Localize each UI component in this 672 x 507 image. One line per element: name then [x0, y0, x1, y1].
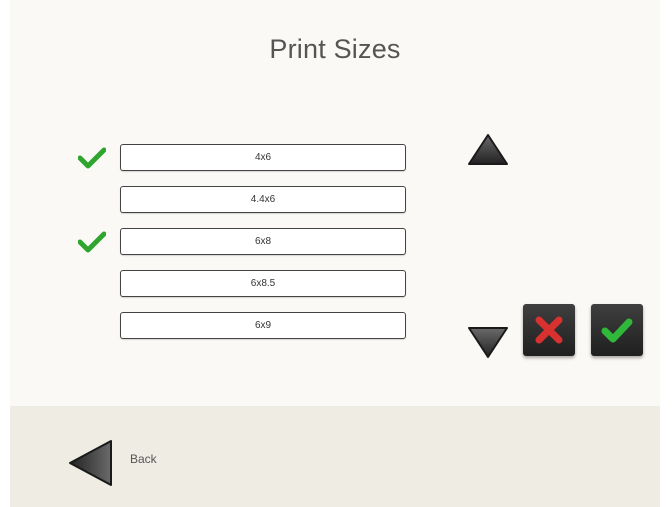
size-option-6x8[interactable]: 6x8: [120, 228, 406, 255]
size-option-label: 6x8: [254, 236, 272, 247]
print-sizes-screen: Print Sizes 4x6 4.4x6 6x8 6x8.5 6x9 Back: [10, 0, 660, 507]
page-title: Print Sizes: [269, 34, 401, 64]
size-row-4.4x6: 4.4x6: [10, 186, 430, 216]
confirm-button[interactable]: [591, 304, 643, 356]
size-row-4x6: 4x6: [10, 144, 430, 174]
cancel-button[interactable]: [523, 304, 575, 356]
size-option-6x9[interactable]: 6x9: [120, 312, 406, 339]
size-option-4x6[interactable]: 4x6: [120, 144, 406, 171]
triangle-down-icon: [468, 327, 508, 358]
size-option-label: 4x6: [254, 152, 272, 163]
triangle-left-icon: [69, 440, 112, 486]
check-icon: [78, 147, 106, 169]
size-option-label: 6x8.5: [250, 278, 276, 289]
check-icon: [78, 231, 106, 253]
footer-bar: Back: [10, 406, 660, 507]
triangle-up-icon: [468, 134, 508, 165]
size-option-6x8.5[interactable]: 6x8.5: [120, 270, 406, 297]
size-row-6x8: 6x8: [10, 228, 430, 258]
scroll-up-button[interactable]: [466, 132, 510, 168]
size-row-6x9: 6x9: [10, 312, 430, 342]
back-label[interactable]: Back: [130, 452, 157, 466]
back-button[interactable]: [67, 438, 115, 488]
size-option-4.4x6[interactable]: 4.4x6: [120, 186, 406, 213]
x-icon: [535, 316, 563, 344]
scroll-down-button[interactable]: [466, 324, 510, 360]
size-option-label: 6x9: [254, 320, 272, 331]
check-icon: [601, 318, 633, 343]
size-row-6x8.5: 6x8.5: [10, 270, 430, 300]
size-option-label: 4.4x6: [250, 194, 276, 205]
